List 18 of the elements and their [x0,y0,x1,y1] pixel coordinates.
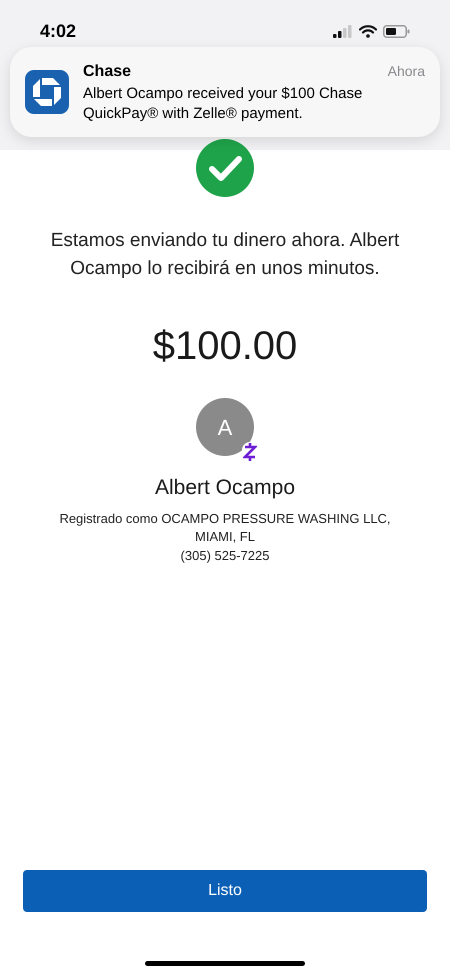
recipient-phone: (305) 525-7225 [180,546,270,565]
registered-name: Registrado como OCAMPO PRESSURE WASHING LLC, [59,510,391,528]
notification-time: Ahora [388,62,425,81]
battery-icon [383,24,410,38]
recipient-location: MIAMI, FL [195,528,255,546]
success-check-icon [196,139,254,197]
status-time: 4:02 [40,20,76,42]
recipient-name: Albert Ocampo [154,475,296,501]
status-message: Estamos enviando tu dinero ahora. Albert Ocampo lo recibirá en unos minutos. [50,229,400,281]
wifi-icon [359,24,377,38]
notification-message: Albert Ocampo received your $100 Chase QuickPay® with Zelle® payment. [83,84,364,124]
done-button[interactable]: Listo [23,870,427,912]
signal-icon [333,24,353,38]
avatar: A [196,398,254,456]
app-logo-icon [25,70,69,114]
amount: $100.00 [152,323,298,370]
notification-app-name: Chase [83,62,132,82]
notification-card[interactable]: Chase Ahora Albert Ocampo received your $100 Chase QuickPay® with Zelle® payment. [10,47,440,137]
